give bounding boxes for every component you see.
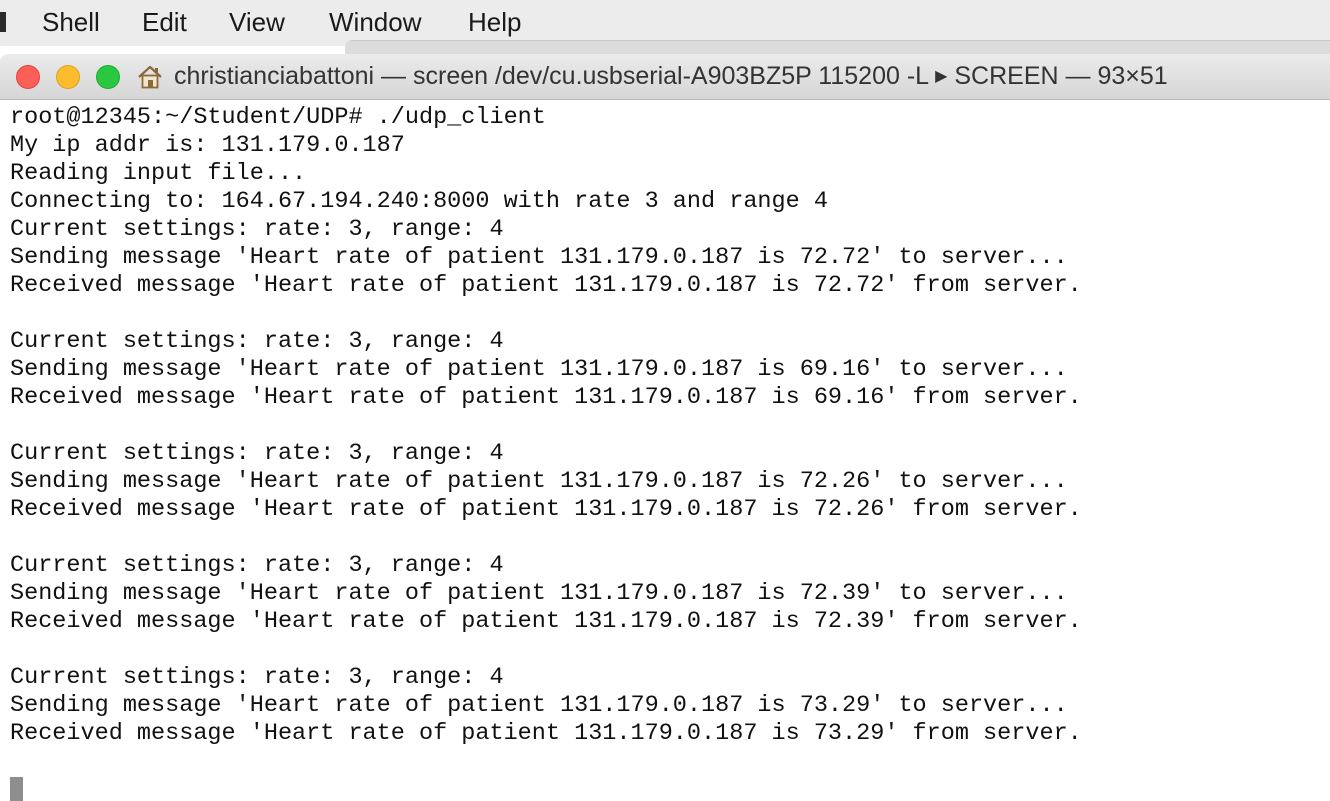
scrollbar-thumb[interactable] <box>1326 260 1330 690</box>
terminal-scrollbar[interactable] <box>1316 100 1330 801</box>
window-title: christianciabattoni — screen /dev/cu.usb… <box>174 62 1168 91</box>
terminal-line: Current settings: rate: 3, range: 4 <box>10 216 504 243</box>
terminal-line: Connecting to: 164.67.194.240:8000 with … <box>10 188 828 215</box>
terminal-line: Received message 'Heart rate of patient … <box>10 496 1082 523</box>
terminal-line: Current settings: rate: 3, range: 4 <box>10 440 504 467</box>
terminal-line: Received message 'Heart rate of patient … <box>10 608 1082 635</box>
terminal-window: christianciabattoni — screen /dev/cu.usb… <box>0 54 1330 801</box>
terminal-line: Received message 'Heart rate of patient … <box>10 720 1082 747</box>
terminal-line: Received message 'Heart rate of patient … <box>10 272 1082 299</box>
title-arrow-icon: ▶ <box>935 68 948 85</box>
title-prefix: christianciabattoni — screen /dev/cu.usb… <box>174 62 929 90</box>
apple-menu-edge[interactable] <box>0 12 6 32</box>
terminal-line: Sending message 'Heart rate of patient 1… <box>10 580 1068 607</box>
terminal-line: Sending message 'Heart rate of patient 1… <box>10 356 1068 383</box>
terminal-line: My ip addr is: 131.179.0.187 <box>10 132 405 159</box>
menu-window[interactable]: Window <box>329 7 421 38</box>
title-bar[interactable]: christianciabattoni — screen /dev/cu.usb… <box>0 54 1330 100</box>
close-button[interactable] <box>16 65 40 89</box>
maximize-button[interactable] <box>96 65 120 89</box>
menu-help[interactable]: Help <box>468 7 521 38</box>
terminal-line: Received message 'Heart rate of patient … <box>10 384 1082 411</box>
home-icon <box>138 65 162 89</box>
title-suffix: SCREEN — 93×51 <box>954 62 1168 90</box>
terminal-cursor <box>10 776 23 801</box>
terminal-line: Sending message 'Heart rate of patient 1… <box>10 468 1068 495</box>
terminal-line: Current settings: rate: 3, range: 4 <box>10 328 504 355</box>
menu-edit[interactable]: Edit <box>142 7 187 38</box>
terminal-line: root@12345:~/Student/UDP# ./udp_client <box>10 104 546 131</box>
terminal-line: Sending message 'Heart rate of patient 1… <box>10 692 1068 719</box>
terminal-line: Sending message 'Heart rate of patient 1… <box>10 244 1068 271</box>
menu-view[interactable]: View <box>229 7 285 38</box>
terminal-prompt-line <box>10 776 1310 801</box>
terminal-output[interactable]: root@12345:~/Student/UDP# ./udp_client M… <box>10 104 1310 801</box>
terminal-line: Current settings: rate: 3, range: 4 <box>10 664 504 691</box>
minimize-button[interactable] <box>56 65 80 89</box>
menu-shell[interactable]: Shell <box>42 7 100 38</box>
terminal-line: Reading input file... <box>10 160 307 187</box>
terminal-line: Current settings: rate: 3, range: 4 <box>10 552 504 579</box>
